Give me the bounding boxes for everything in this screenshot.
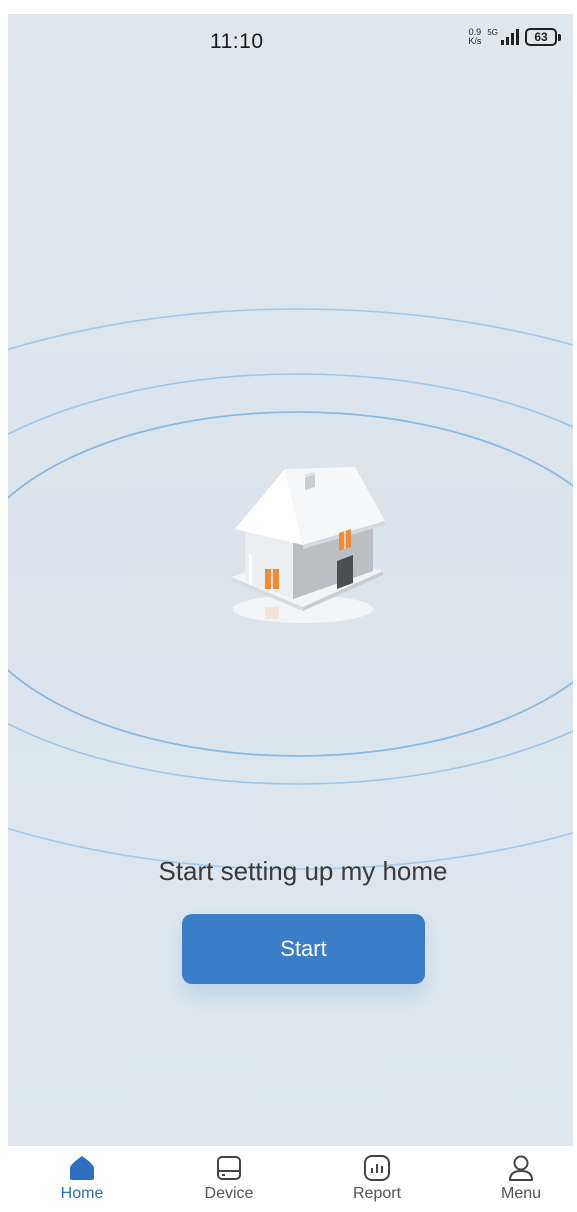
tab-device[interactable]: Device (184, 1154, 274, 1203)
tab-home-label: Home (60, 1185, 104, 1202)
start-button[interactable]: Start (182, 914, 425, 984)
report-icon (364, 1155, 390, 1181)
tab-report[interactable]: Report (332, 1154, 422, 1203)
device-icon (217, 1156, 241, 1180)
tab-home[interactable]: Home (37, 1154, 127, 1203)
tab-device-label: Device (204, 1185, 254, 1202)
tab-report-label: Report (352, 1185, 402, 1202)
bottom-tab-bar: Home Device Report Menu (0, 1146, 577, 1212)
home-setup-view: 11:10 0.9 K/s 5G 63 Start setting up my … (8, 14, 573, 1146)
tab-menu-label: Menu (500, 1185, 542, 1202)
home-icon (70, 1156, 94, 1180)
tab-menu[interactable]: Menu (476, 1154, 566, 1203)
app-screen: 11:10 0.9 K/s 5G 63 Start setting up my … (0, 0, 577, 1212)
setup-headline: Start setting up my home (158, 856, 448, 886)
person-icon (509, 1155, 533, 1181)
house-illustration (231, 467, 385, 623)
